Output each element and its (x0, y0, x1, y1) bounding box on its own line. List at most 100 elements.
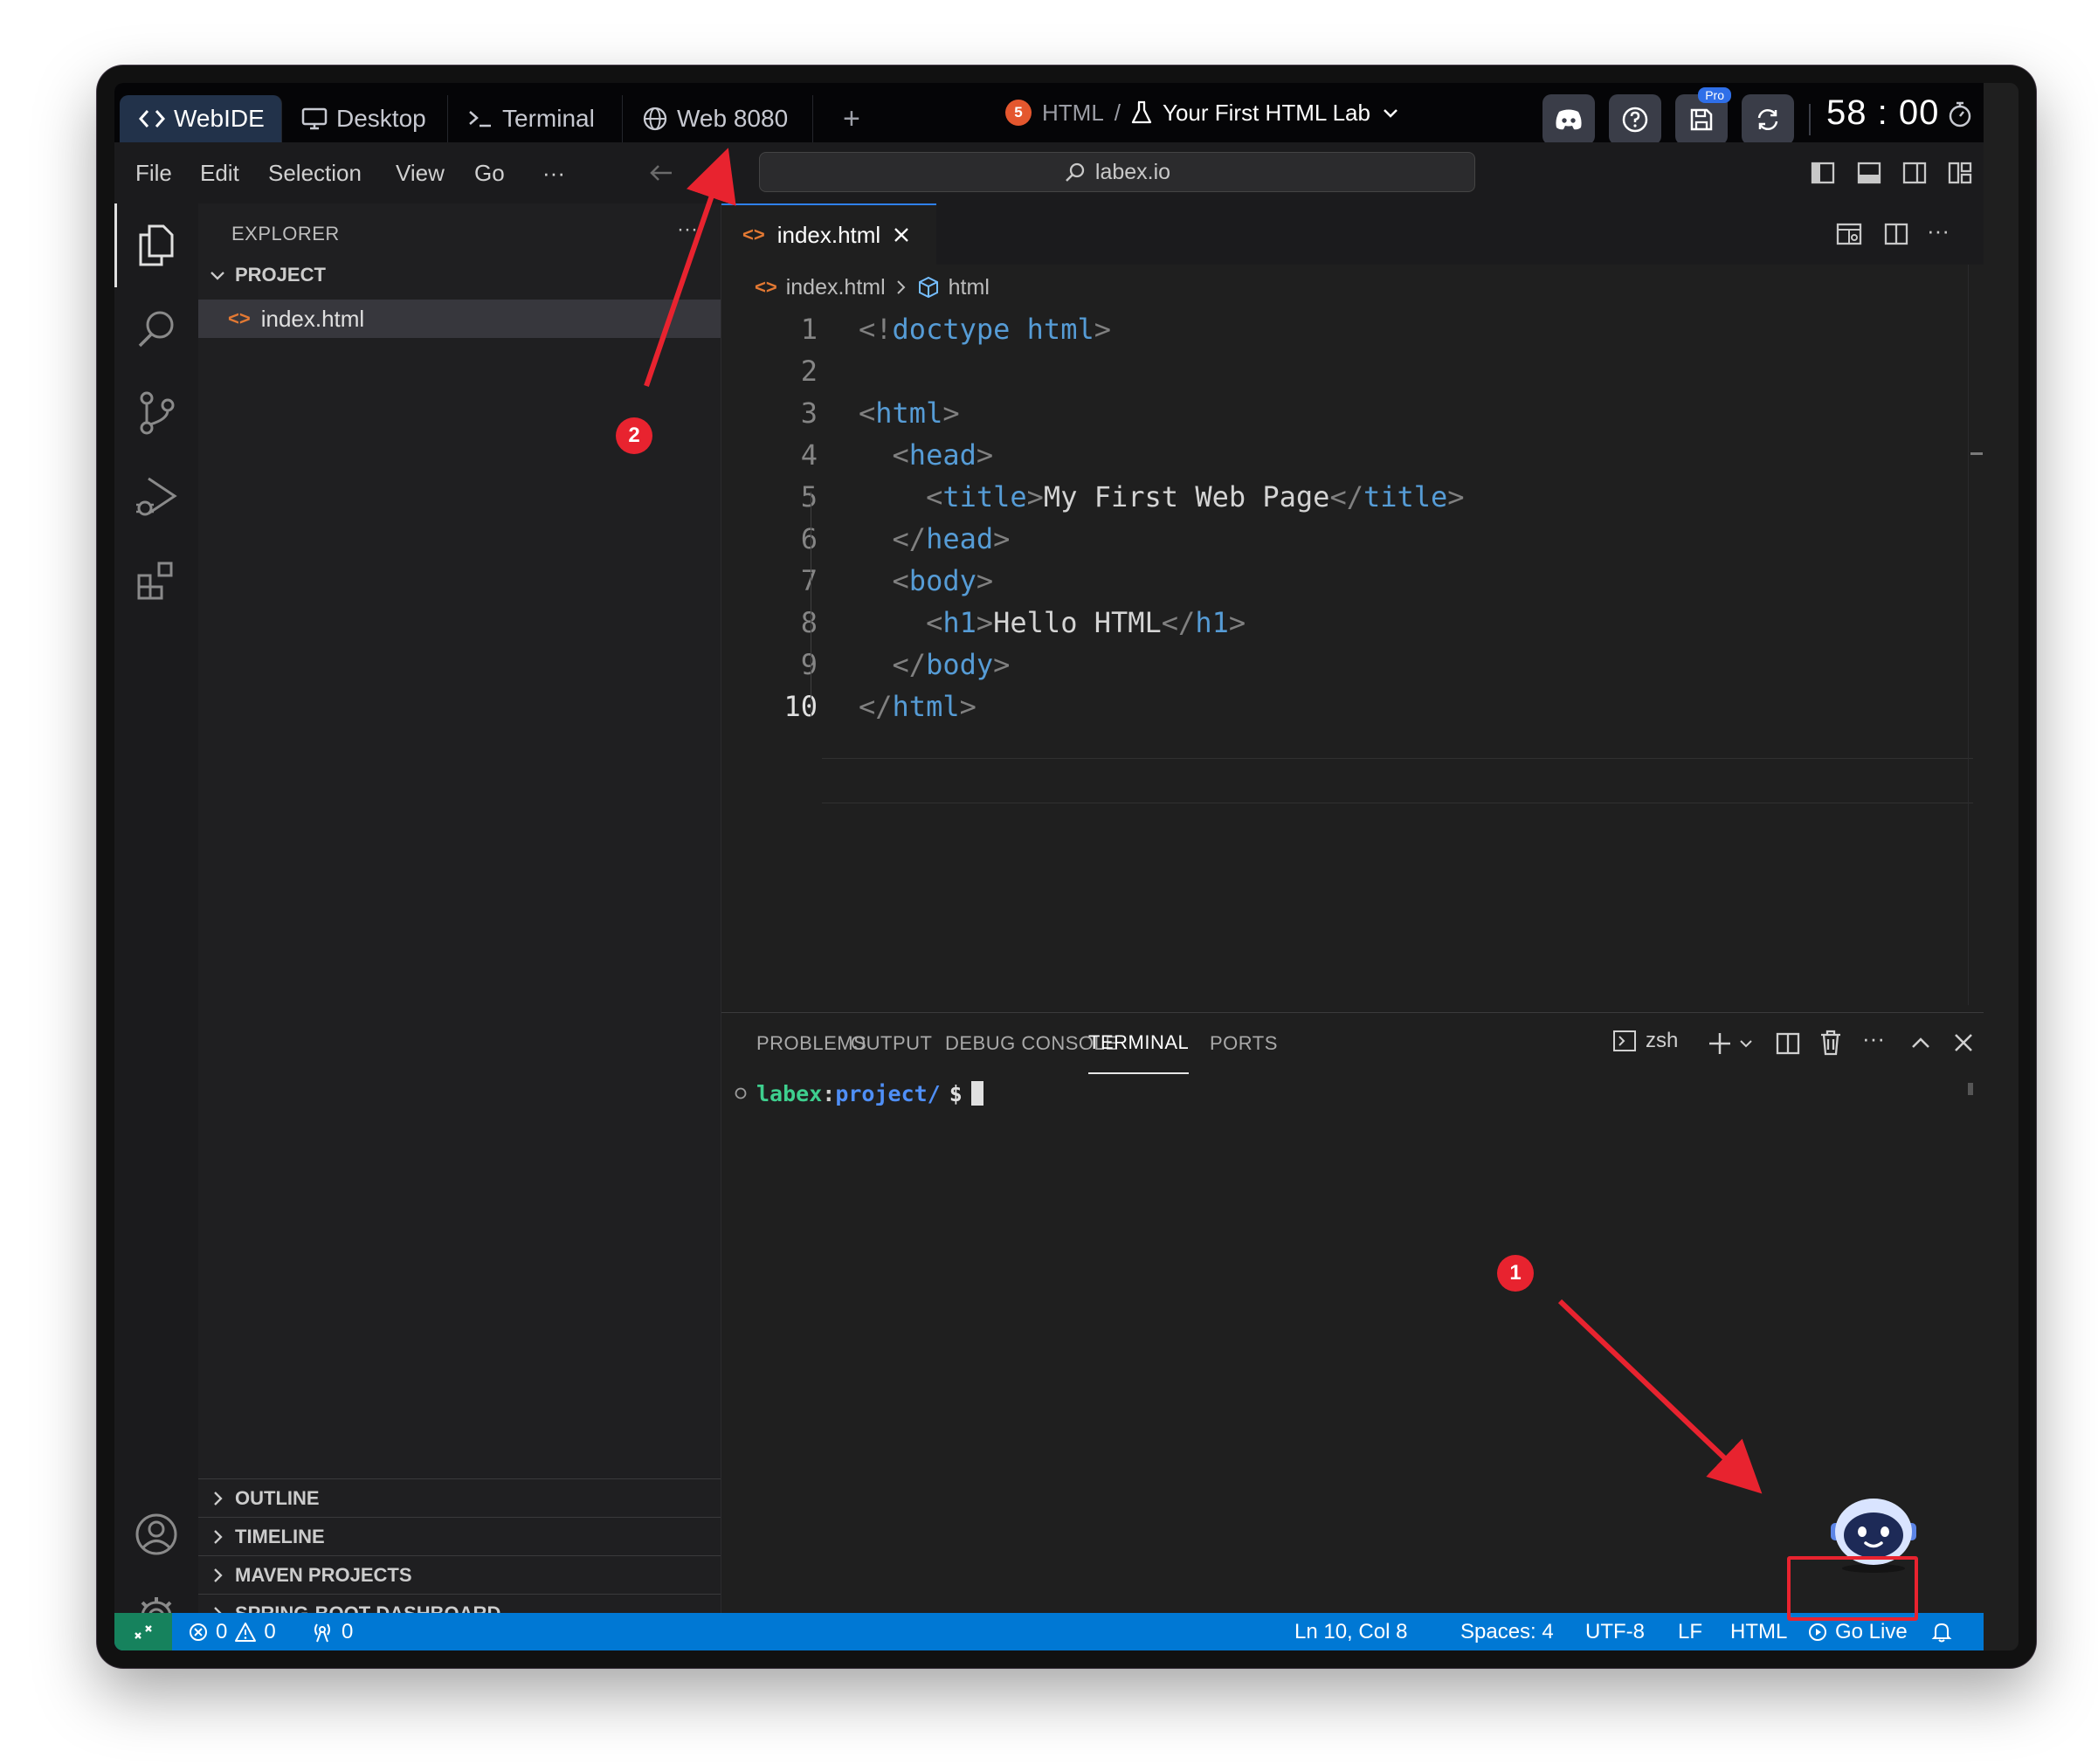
terminal-prompt-line[interactable]: labex:project/ $ (734, 1074, 983, 1113)
customize-layout-icon[interactable] (1947, 160, 1973, 190)
close-icon[interactable] (893, 226, 910, 244)
code-token: > (959, 690, 977, 723)
indentation[interactable]: Spaces: 4 (1460, 1613, 1554, 1650)
source-control-icon[interactable] (130, 387, 183, 439)
ports-indicator[interactable]: 0 (310, 1613, 353, 1650)
chevron-down-icon[interactable] (1381, 103, 1400, 122)
tab-web-8080[interactable]: Web 8080 (623, 95, 813, 142)
maximize-panel-icon[interactable] (1909, 1032, 1932, 1059)
close-panel-icon[interactable] (1953, 1032, 1974, 1058)
end-of-line[interactable]: LF (1678, 1613, 1702, 1650)
code-token: </ (892, 522, 927, 555)
chevron-down-icon[interactable] (1738, 1036, 1754, 1056)
course-name[interactable]: HTML (1042, 100, 1104, 127)
line-number: 8 (800, 606, 818, 639)
cursor-position[interactable]: Ln 10, Col 8 (1294, 1613, 1407, 1650)
tab-desktop[interactable]: Desktop (282, 95, 448, 142)
timeline-section-header[interactable]: TIMELINE (198, 1517, 721, 1555)
warning-icon (234, 1622, 257, 1643)
code-area[interactable]: 1 <!doctype html> 2 3 <html> 4 <head> 5 < title… (721, 308, 1857, 727)
refresh-button[interactable] (1742, 94, 1794, 145)
maven-projects-section-header[interactable]: MAVEN PROJECTS (198, 1555, 721, 1594)
panel-tab-terminal[interactable]: TERMINAL (1088, 1013, 1190, 1074)
code-line[interactable]: 5 <title>My First Web Page</title> (721, 476, 1857, 518)
search-icon[interactable] (130, 303, 183, 355)
breadcrumb-symbol[interactable]: html (949, 275, 990, 300)
explorer-icon[interactable] (130, 219, 183, 272)
new-terminal-icon[interactable] (1707, 1030, 1733, 1061)
code-line[interactable]: 1 <!doctype html> (721, 308, 1857, 350)
code-text: <head> (859, 434, 994, 476)
language-mode[interactable]: HTML (1730, 1613, 1787, 1650)
help-button[interactable] (1609, 94, 1661, 145)
trash-icon[interactable] (1818, 1029, 1843, 1061)
error-icon (188, 1622, 209, 1643)
current-line-highlight (822, 758, 1973, 803)
code-line[interactable]: 4 <head> (721, 434, 1857, 476)
code-line[interactable]: 8 <h1>Hello HTML</h1> (721, 602, 1857, 644)
problems-indicator[interactable]: 0 0 (188, 1613, 276, 1650)
back-arrow-icon[interactable] (647, 160, 675, 190)
code-line[interactable]: 2 (721, 350, 1857, 392)
panel-tab-ports[interactable]: PORTS (1210, 1013, 1278, 1074)
broadcast-icon (310, 1621, 335, 1643)
toggle-secondary-sidebar-icon[interactable] (1901, 160, 1928, 190)
tab-webide[interactable]: WebIDE (120, 95, 282, 142)
panel-more-button[interactable]: ··· (1862, 1025, 1885, 1052)
code-line[interactable]: 7 <body> (721, 560, 1857, 602)
section-label: OUTLINE (235, 1486, 320, 1509)
lab-name[interactable]: Your First HTML Lab (1163, 100, 1370, 127)
open-preview-icon[interactable] (1835, 221, 1863, 252)
code-line[interactable]: 9 </body> (721, 644, 1857, 686)
editor-scrollbar[interactable] (1968, 265, 1984, 1005)
editor-more-button[interactable]: ··· (1927, 217, 1950, 245)
tab-terminal[interactable]: Terminal (448, 95, 623, 142)
command-center-search[interactable]: labex.io (759, 152, 1475, 192)
file-index-html[interactable]: <> index.html (198, 300, 721, 338)
toggle-primary-sidebar-icon[interactable] (1810, 160, 1836, 190)
panel-tab-output[interactable]: OUTPUT (851, 1013, 932, 1074)
menu-view[interactable]: View (396, 142, 445, 203)
activity-bar (114, 203, 199, 1636)
menu-more[interactable]: ··· (542, 142, 565, 203)
explorer-sidebar: EXPLORER ··· PROJECT <> index.html OUTLI… (198, 203, 721, 1624)
extensions-icon[interactable] (130, 555, 183, 607)
code-line[interactable]: 3 <html> (721, 392, 1857, 434)
split-editor-icon[interactable] (1883, 221, 1909, 252)
menu-edit[interactable]: Edit (200, 142, 239, 203)
discord-button[interactable] (1542, 94, 1595, 145)
account-icon[interactable] (130, 1508, 183, 1561)
menu-go[interactable]: Go (474, 142, 505, 203)
menu-selection[interactable]: Selection (268, 142, 362, 203)
breadcrumb-file[interactable]: index.html (786, 275, 886, 300)
remote-indicator[interactable] (114, 1613, 172, 1650)
terminal-shell-selector[interactable]: zsh (1612, 1029, 1678, 1053)
add-tab-button[interactable]: + (843, 95, 860, 142)
save-button[interactable]: Pro (1675, 87, 1731, 145)
explorer-more-button[interactable]: ··· (677, 217, 698, 242)
outline-section-header[interactable]: OUTLINE (198, 1478, 721, 1517)
run-debug-icon[interactable] (130, 471, 183, 523)
code-brackets-icon (139, 107, 165, 130)
code-line[interactable]: 6 </head> (721, 518, 1857, 560)
code-token: title (1363, 480, 1448, 513)
split-terminal-icon[interactable] (1775, 1030, 1801, 1061)
line-number: 10 (783, 690, 818, 723)
file-encoding[interactable]: UTF-8 (1585, 1613, 1645, 1650)
line-number: 5 (800, 480, 818, 513)
project-section-header[interactable]: PROJECT (198, 256, 721, 294)
menu-file[interactable]: File (135, 142, 172, 203)
code-line[interactable]: 10 </html> (721, 686, 1857, 727)
circle-status-icon (734, 1086, 748, 1100)
notifications-bell[interactable] (1931, 1613, 1952, 1650)
code-token: < (926, 480, 943, 513)
line-number: 3 (800, 396, 818, 430)
editor-tab-index-html[interactable]: <> index.html (721, 203, 936, 265)
code-token: > (1228, 606, 1246, 639)
code-token: > (976, 606, 994, 639)
terminal-scrollbar[interactable] (1968, 1083, 1973, 1095)
code-token: h1 (1195, 606, 1229, 639)
html-file-icon: <> (742, 224, 765, 245)
toggle-panel-icon[interactable] (1856, 160, 1882, 190)
